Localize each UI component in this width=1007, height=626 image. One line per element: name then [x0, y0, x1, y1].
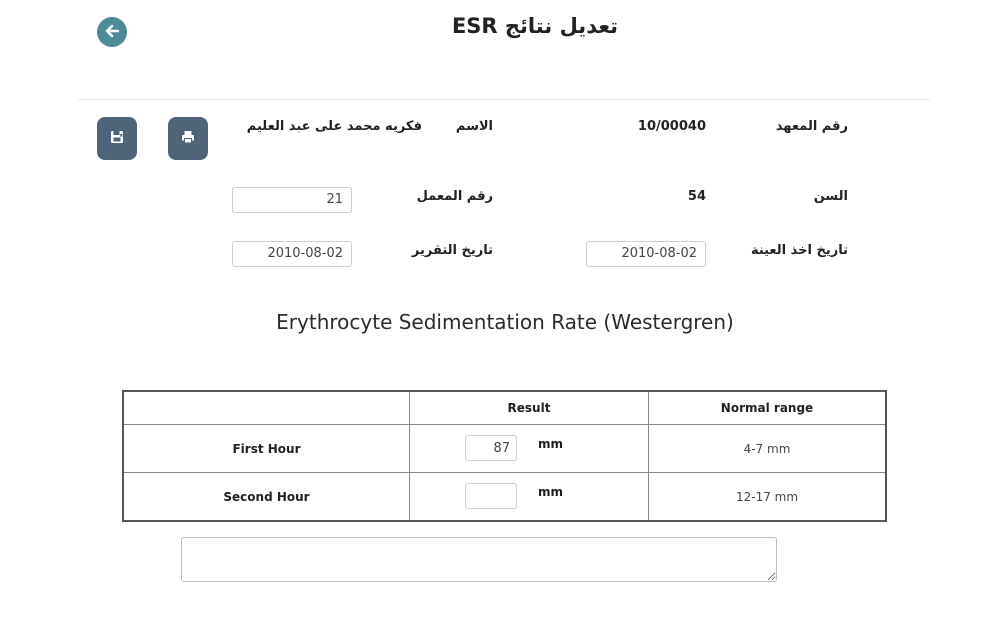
- sample-date-input[interactable]: [586, 241, 706, 267]
- save-icon: [110, 129, 124, 148]
- table-row: Second Hour mm 12-17 mm: [122, 472, 887, 522]
- save-button[interactable]: [97, 117, 137, 160]
- row-name: First Hour: [122, 424, 410, 473]
- first-hour-result-input[interactable]: [465, 435, 517, 461]
- result-cell: mm: [409, 472, 649, 522]
- name-value: فكريه محمد على عبد العليم: [246, 119, 422, 134]
- lab-no-input[interactable]: [232, 187, 352, 213]
- notes-textarea[interactable]: [181, 537, 777, 582]
- result-cell: mm: [409, 424, 649, 473]
- name-label: الاسم: [455, 119, 493, 134]
- print-button[interactable]: [168, 117, 208, 160]
- normal-range: 12-17 mm: [648, 472, 887, 522]
- normal-range: 4-7 mm: [648, 424, 887, 473]
- header-divider: [78, 99, 930, 100]
- age-label: السن: [813, 189, 848, 204]
- report-date-label: تاريخ التقرير: [411, 243, 493, 258]
- second-hour-result-input[interactable]: [465, 483, 517, 509]
- sample-date-label: تاريخ اخذ العينة: [750, 243, 848, 258]
- institute-no-label: رقم المعهد: [775, 119, 848, 134]
- lab-no-label: رقم المعمل: [416, 189, 493, 204]
- institute-no-value: 10/00040: [637, 119, 706, 134]
- arrow-left-icon: [105, 23, 120, 42]
- page-title: تعديل نتائج ESR: [451, 14, 619, 38]
- print-icon: [181, 129, 195, 148]
- column-header-normal-range: Normal range: [648, 390, 887, 425]
- column-header-result: Result: [409, 390, 649, 425]
- results-table: Result Normal range First Hour mm 4-7 mm…: [122, 390, 887, 522]
- table-row: First Hour mm 4-7 mm: [122, 424, 887, 473]
- report-date-input[interactable]: [232, 241, 352, 267]
- test-title: Erythrocyte Sedimentation Rate (Westergr…: [276, 310, 734, 334]
- unit-label: mm: [538, 485, 564, 499]
- column-header-test: [122, 390, 410, 425]
- unit-label: mm: [538, 437, 564, 451]
- row-name: Second Hour: [122, 472, 410, 522]
- back-button[interactable]: [97, 17, 127, 47]
- age-value: 54: [687, 189, 706, 204]
- table-header-row: Result Normal range: [122, 390, 887, 425]
